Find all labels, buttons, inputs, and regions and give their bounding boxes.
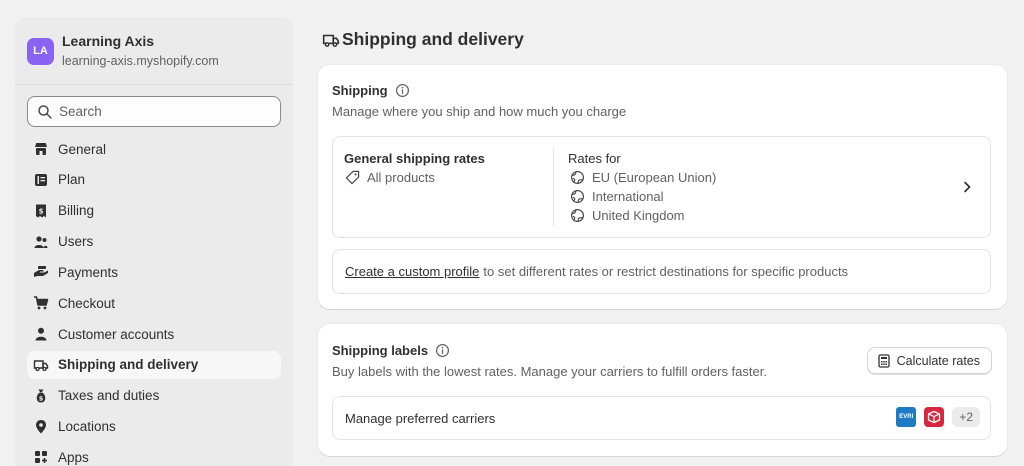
zone-international-label: International xyxy=(592,189,664,204)
nav-label-general: General xyxy=(58,141,107,157)
nav-label-apps: Apps xyxy=(58,449,89,465)
search-icon xyxy=(38,104,52,119)
chevron-right-icon[interactable] xyxy=(961,180,973,194)
rates-for-label: Rates for xyxy=(568,151,621,166)
nav-label-shipping-and-delivery: Shipping and delivery xyxy=(58,357,199,373)
calculate-rates-label: Calculate rates xyxy=(896,353,980,368)
nav-item-plan[interactable]: Plan xyxy=(27,166,281,194)
users-icon xyxy=(34,235,48,248)
tag-icon xyxy=(345,170,360,185)
nav-item-customer-accounts[interactable]: Customer accounts xyxy=(27,320,281,348)
settings-sidebar: LA Learning Axis learning-axis.myshopify… xyxy=(15,17,293,466)
nav-label-taxes-and-duties: Taxes and duties xyxy=(58,388,160,404)
calculate-rates-button[interactable]: Calculate rates xyxy=(866,347,992,374)
manage-carriers-label: Manage preferred carriers xyxy=(345,410,496,426)
store-icon xyxy=(35,143,47,155)
shipping-card: Shipping Manage where you ship and how m… xyxy=(318,65,1007,309)
store-domain: learning-axis.myshopify.com xyxy=(62,54,219,68)
nav-label-locations: Locations xyxy=(58,419,116,435)
all-products-label: All products xyxy=(367,170,435,185)
shipping-labels-subtitle: Buy labels with the lowest rates. Manage… xyxy=(332,364,767,379)
nav-item-users[interactable]: Users xyxy=(27,228,281,256)
plan-icon xyxy=(35,173,47,186)
info-icon[interactable] xyxy=(435,343,450,358)
create-custom-profile-link[interactable]: Create a custom profile xyxy=(345,264,479,279)
svg-text:$: $ xyxy=(39,394,44,402)
carrier-logo-evri: EVRI xyxy=(896,407,917,427)
svg-text:$: $ xyxy=(39,207,44,215)
globe-icon xyxy=(570,208,585,223)
shipping-title-text: Shipping xyxy=(332,83,388,98)
calculator-icon xyxy=(877,353,890,368)
search-wrapper xyxy=(15,85,293,133)
truck-icon xyxy=(322,34,340,47)
settings-nav: General Plan $ Billing Users Payments Ch… xyxy=(15,133,293,466)
page-title: Shipping and delivery xyxy=(322,29,524,50)
nav-label-customer-accounts: Customer accounts xyxy=(58,326,175,342)
store-avatar: LA xyxy=(27,37,54,65)
general-shipping-rates-row[interactable]: General shipping rates All products Rate… xyxy=(332,136,991,238)
info-icon[interactable] xyxy=(395,83,410,98)
nav-label-users: Users xyxy=(58,234,94,250)
zone-uk-label: United Kingdom xyxy=(592,208,685,223)
zone-eu-label: EU (European Union) xyxy=(592,170,717,185)
package-icon xyxy=(928,410,941,424)
shipping-labels-title: Shipping labels xyxy=(332,343,450,358)
more-carriers-badge: +2 xyxy=(952,407,980,427)
store-name: Learning Axis xyxy=(62,33,155,49)
custom-profile-description: to set different rates or restrict desti… xyxy=(483,264,849,279)
cart-icon xyxy=(34,296,49,310)
nav-item-taxes-and-duties[interactable]: $ Taxes and duties xyxy=(27,382,281,410)
nav-item-checkout[interactable]: Checkout xyxy=(27,289,281,317)
all-products-line: All products xyxy=(345,170,435,185)
rates-divider xyxy=(553,148,554,226)
zone-international: International xyxy=(570,189,664,204)
payments-icon xyxy=(34,266,48,278)
truck-icon xyxy=(33,360,49,372)
globe-icon xyxy=(570,189,585,204)
nav-label-checkout: Checkout xyxy=(58,295,116,311)
carrier-logo-box-icon xyxy=(924,407,945,427)
nav-item-locations[interactable]: Locations xyxy=(27,413,281,441)
store-header[interactable]: LA Learning Axis learning-axis.myshopify… xyxy=(15,17,293,85)
shipping-card-title: Shipping xyxy=(332,83,410,98)
nav-item-apps[interactable]: Apps xyxy=(27,443,281,466)
nav-item-general[interactable]: General xyxy=(27,135,281,163)
apps-icon xyxy=(35,451,47,464)
nav-item-payments[interactable]: Payments xyxy=(27,258,281,286)
shipping-subtitle: Manage where you ship and how much you c… xyxy=(332,104,627,119)
nav-item-billing[interactable]: $ Billing xyxy=(27,197,281,225)
store-info: Learning Axis learning-axis.myshopify.co… xyxy=(62,32,219,70)
nav-label-payments: Payments xyxy=(58,264,119,280)
search-box[interactable] xyxy=(27,96,281,127)
shipping-labels-card: Shipping labels Buy labels with the lowe… xyxy=(318,324,1007,456)
carrier-logos: EVRI +2 xyxy=(896,407,980,427)
shipping-labels-title-text: Shipping labels xyxy=(332,343,429,358)
custom-profile-row: Create a custom profile to set different… xyxy=(332,249,991,294)
person-icon xyxy=(35,327,47,341)
general-rates-title: General shipping rates xyxy=(344,151,485,166)
manage-carriers-row[interactable]: Manage preferred carriers EVRI +2 xyxy=(332,396,991,440)
nav-label-plan: Plan xyxy=(58,172,86,188)
location-pin-icon xyxy=(36,419,46,434)
search-input[interactable] xyxy=(59,104,259,119)
nav-item-shipping-and-delivery[interactable]: Shipping and delivery xyxy=(27,350,281,379)
billing-icon: $ xyxy=(36,204,46,218)
nav-label-billing: Billing xyxy=(58,203,95,219)
zone-eu: EU (European Union) xyxy=(570,170,716,185)
money-bag-icon: $ xyxy=(36,389,46,403)
zone-uk: United Kingdom xyxy=(570,208,685,223)
globe-icon xyxy=(570,170,585,185)
page-title-text: Shipping and delivery xyxy=(342,29,524,49)
